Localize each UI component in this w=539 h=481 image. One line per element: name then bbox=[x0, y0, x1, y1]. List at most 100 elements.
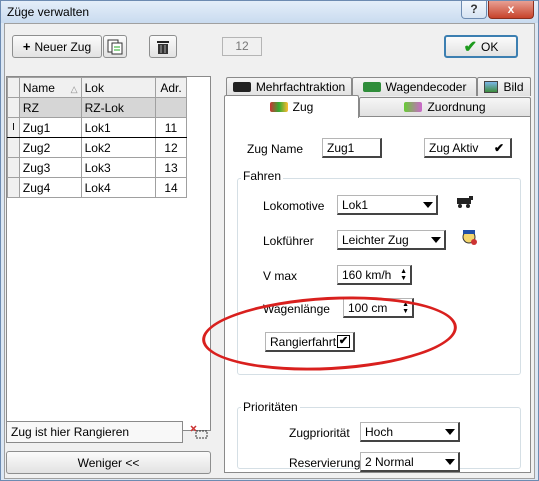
cell-name[interactable]: Zug2 bbox=[18, 137, 82, 158]
less-button[interactable]: Weniger << bbox=[6, 451, 211, 474]
row-indicator bbox=[7, 97, 20, 118]
reservation-value: 2 Normal bbox=[365, 455, 414, 469]
vmax-value: 160 km/h bbox=[342, 268, 392, 282]
reservation-select[interactable]: 2 Normal bbox=[360, 452, 460, 472]
cell-name[interactable]: Zug1 bbox=[18, 117, 82, 138]
chevron-down-icon bbox=[445, 429, 455, 435]
tab-label: Mehrfachtraktion bbox=[255, 80, 346, 94]
cell-name[interactable]: Zug3 bbox=[18, 157, 82, 178]
shunting-check: ✔ bbox=[337, 335, 350, 348]
copy-icon bbox=[107, 39, 123, 54]
chevron-down-icon bbox=[431, 237, 441, 243]
trains-grid: Name △ Lok Adr. RZ RZ-Lok I Zug1 Lok1 11… bbox=[6, 76, 211, 431]
driver-icon bbox=[461, 228, 479, 249]
row-indicator-header bbox=[7, 77, 20, 98]
client-area: + Neuer Zug 12 ✔ OK Name △ Lok Adr. RZ R… bbox=[4, 23, 535, 479]
vmax-spinner[interactable]: 160 km/h ▲ ▼ bbox=[337, 265, 412, 285]
rangier-status: Zug ist hier Rangieren bbox=[6, 421, 183, 443]
tab-mehrfachtraktion[interactable]: Mehrfachtraktion bbox=[226, 77, 352, 96]
locomotive-icon bbox=[455, 195, 475, 211]
train-priority-select[interactable]: Hoch bbox=[360, 422, 460, 442]
title-bar: Züge verwalten ? x bbox=[1, 1, 538, 23]
cell-adr[interactable]: 12 bbox=[155, 137, 187, 158]
locomotive-value: Lok1 bbox=[342, 198, 369, 212]
tab-label: Bild bbox=[503, 80, 524, 94]
new-train-label: Neuer Zug bbox=[34, 39, 92, 54]
vmax-label: V max bbox=[263, 269, 298, 283]
dialog-window: Züge verwalten ? x + Neuer Zug 12 ✔ OK N… bbox=[0, 0, 539, 481]
sort-arrow-icon: △ bbox=[70, 83, 78, 94]
cell-lok[interactable]: Lok2 bbox=[80, 137, 157, 158]
tab-bild[interactable]: Bild bbox=[477, 77, 531, 96]
table-row[interactable]: Zug3 Lok3 13 bbox=[7, 157, 187, 178]
cell-adr[interactable]: 14 bbox=[155, 177, 187, 198]
train-priority-label: Zugpriorität bbox=[289, 426, 350, 440]
spinner-arrows-icon[interactable]: ▲ ▼ bbox=[402, 301, 409, 315]
close-button[interactable]: x bbox=[488, 1, 534, 19]
train-count: 12 bbox=[222, 37, 262, 56]
shunting-checkbox[interactable]: Rangierfahrt ✔ bbox=[265, 332, 355, 352]
row-indicator bbox=[7, 157, 20, 178]
train-active-checkbox[interactable]: Zug Aktiv ✔ bbox=[424, 138, 512, 158]
copy-button[interactable] bbox=[103, 35, 127, 58]
reservation-label: Reservierung bbox=[289, 456, 361, 470]
tab-control: Mehrfachtraktion Wagendecoder Bild Zug Z… bbox=[224, 74, 534, 476]
cell-lok[interactable]: RZ-Lok bbox=[80, 97, 157, 118]
tab-label: Zuordnung bbox=[427, 100, 486, 114]
row-indicator bbox=[7, 137, 20, 158]
spinner-arrows-icon[interactable]: ▲ ▼ bbox=[400, 268, 407, 282]
row-indicator bbox=[7, 177, 20, 198]
wagon-length-label: Wagenlänge bbox=[263, 302, 330, 316]
priorities-group-title: Prioritäten bbox=[241, 400, 300, 414]
assignment-icon bbox=[404, 102, 423, 112]
column-header-name[interactable]: Name △ bbox=[18, 77, 82, 98]
cell-lok[interactable]: Lok4 bbox=[80, 177, 157, 198]
chevron-down-icon bbox=[445, 459, 455, 465]
tab-label: Zug bbox=[292, 100, 314, 114]
driver-value: Leichter Zug bbox=[342, 233, 409, 247]
wagon-length-spinner[interactable]: 100 cm ▲ ▼ bbox=[343, 298, 414, 318]
wagon-length-value: 100 cm bbox=[348, 301, 388, 315]
table-row[interactable]: Zug2 Lok2 12 bbox=[7, 137, 187, 158]
shunt-toggle-icon[interactable] bbox=[190, 425, 208, 442]
table-row[interactable]: RZ RZ-Lok bbox=[7, 97, 187, 118]
help-button[interactable]: ? bbox=[461, 1, 487, 19]
column-header-lok[interactable]: Lok bbox=[80, 77, 157, 98]
locomotive-icon bbox=[232, 82, 251, 92]
ok-label: OK bbox=[481, 39, 499, 54]
train-name-input[interactable]: Zug1 bbox=[322, 138, 382, 158]
fahren-group-title: Fahren bbox=[241, 169, 284, 183]
chevron-down-icon bbox=[423, 202, 433, 208]
zug-tab-panel: Zug Name Zug1 Zug Aktiv ✔ Fahren Lokomot… bbox=[224, 116, 531, 473]
tab-zuordnung[interactable]: Zuordnung bbox=[359, 97, 531, 116]
driver-select[interactable]: Leichter Zug bbox=[337, 230, 446, 250]
cell-lok[interactable]: Lok1 bbox=[80, 117, 157, 138]
column-header-name-label: Name bbox=[22, 80, 55, 95]
locomotive-label: Lokomotive bbox=[263, 199, 325, 213]
cell-lok[interactable]: Lok3 bbox=[80, 157, 157, 178]
cell-adr[interactable]: 13 bbox=[155, 157, 187, 178]
driver-label: Lokführer bbox=[263, 234, 314, 248]
tab-label: Wagendecoder bbox=[385, 80, 467, 94]
window-title: Züge verwalten bbox=[7, 5, 90, 19]
table-row[interactable]: I Zug1 Lok1 11 bbox=[7, 117, 187, 138]
shunting-label: Rangierfahrt bbox=[270, 335, 337, 349]
checkmark-icon: ✔ bbox=[463, 38, 478, 56]
cell-name[interactable]: RZ bbox=[18, 97, 82, 118]
tab-wagendecoder[interactable]: Wagendecoder bbox=[352, 77, 477, 96]
column-header-adr[interactable]: Adr. bbox=[155, 77, 187, 98]
train-active-label: Zug Aktiv bbox=[429, 141, 479, 155]
decoder-chip-icon bbox=[362, 82, 381, 92]
new-train-button[interactable]: + Neuer Zug bbox=[12, 35, 102, 58]
train-active-check: ✔ bbox=[493, 141, 504, 155]
cell-adr[interactable]: 11 bbox=[155, 117, 187, 138]
train-icon bbox=[269, 102, 288, 112]
ok-button[interactable]: ✔ OK bbox=[444, 35, 518, 58]
table-row[interactable]: Zug4 Lok4 14 bbox=[7, 177, 187, 198]
image-icon bbox=[484, 81, 499, 93]
locomotive-select[interactable]: Lok1 bbox=[337, 195, 438, 215]
cell-adr[interactable] bbox=[155, 97, 187, 118]
cell-name[interactable]: Zug4 bbox=[18, 177, 82, 198]
delete-button[interactable] bbox=[149, 35, 177, 58]
tab-zug[interactable]: Zug bbox=[224, 95, 359, 118]
